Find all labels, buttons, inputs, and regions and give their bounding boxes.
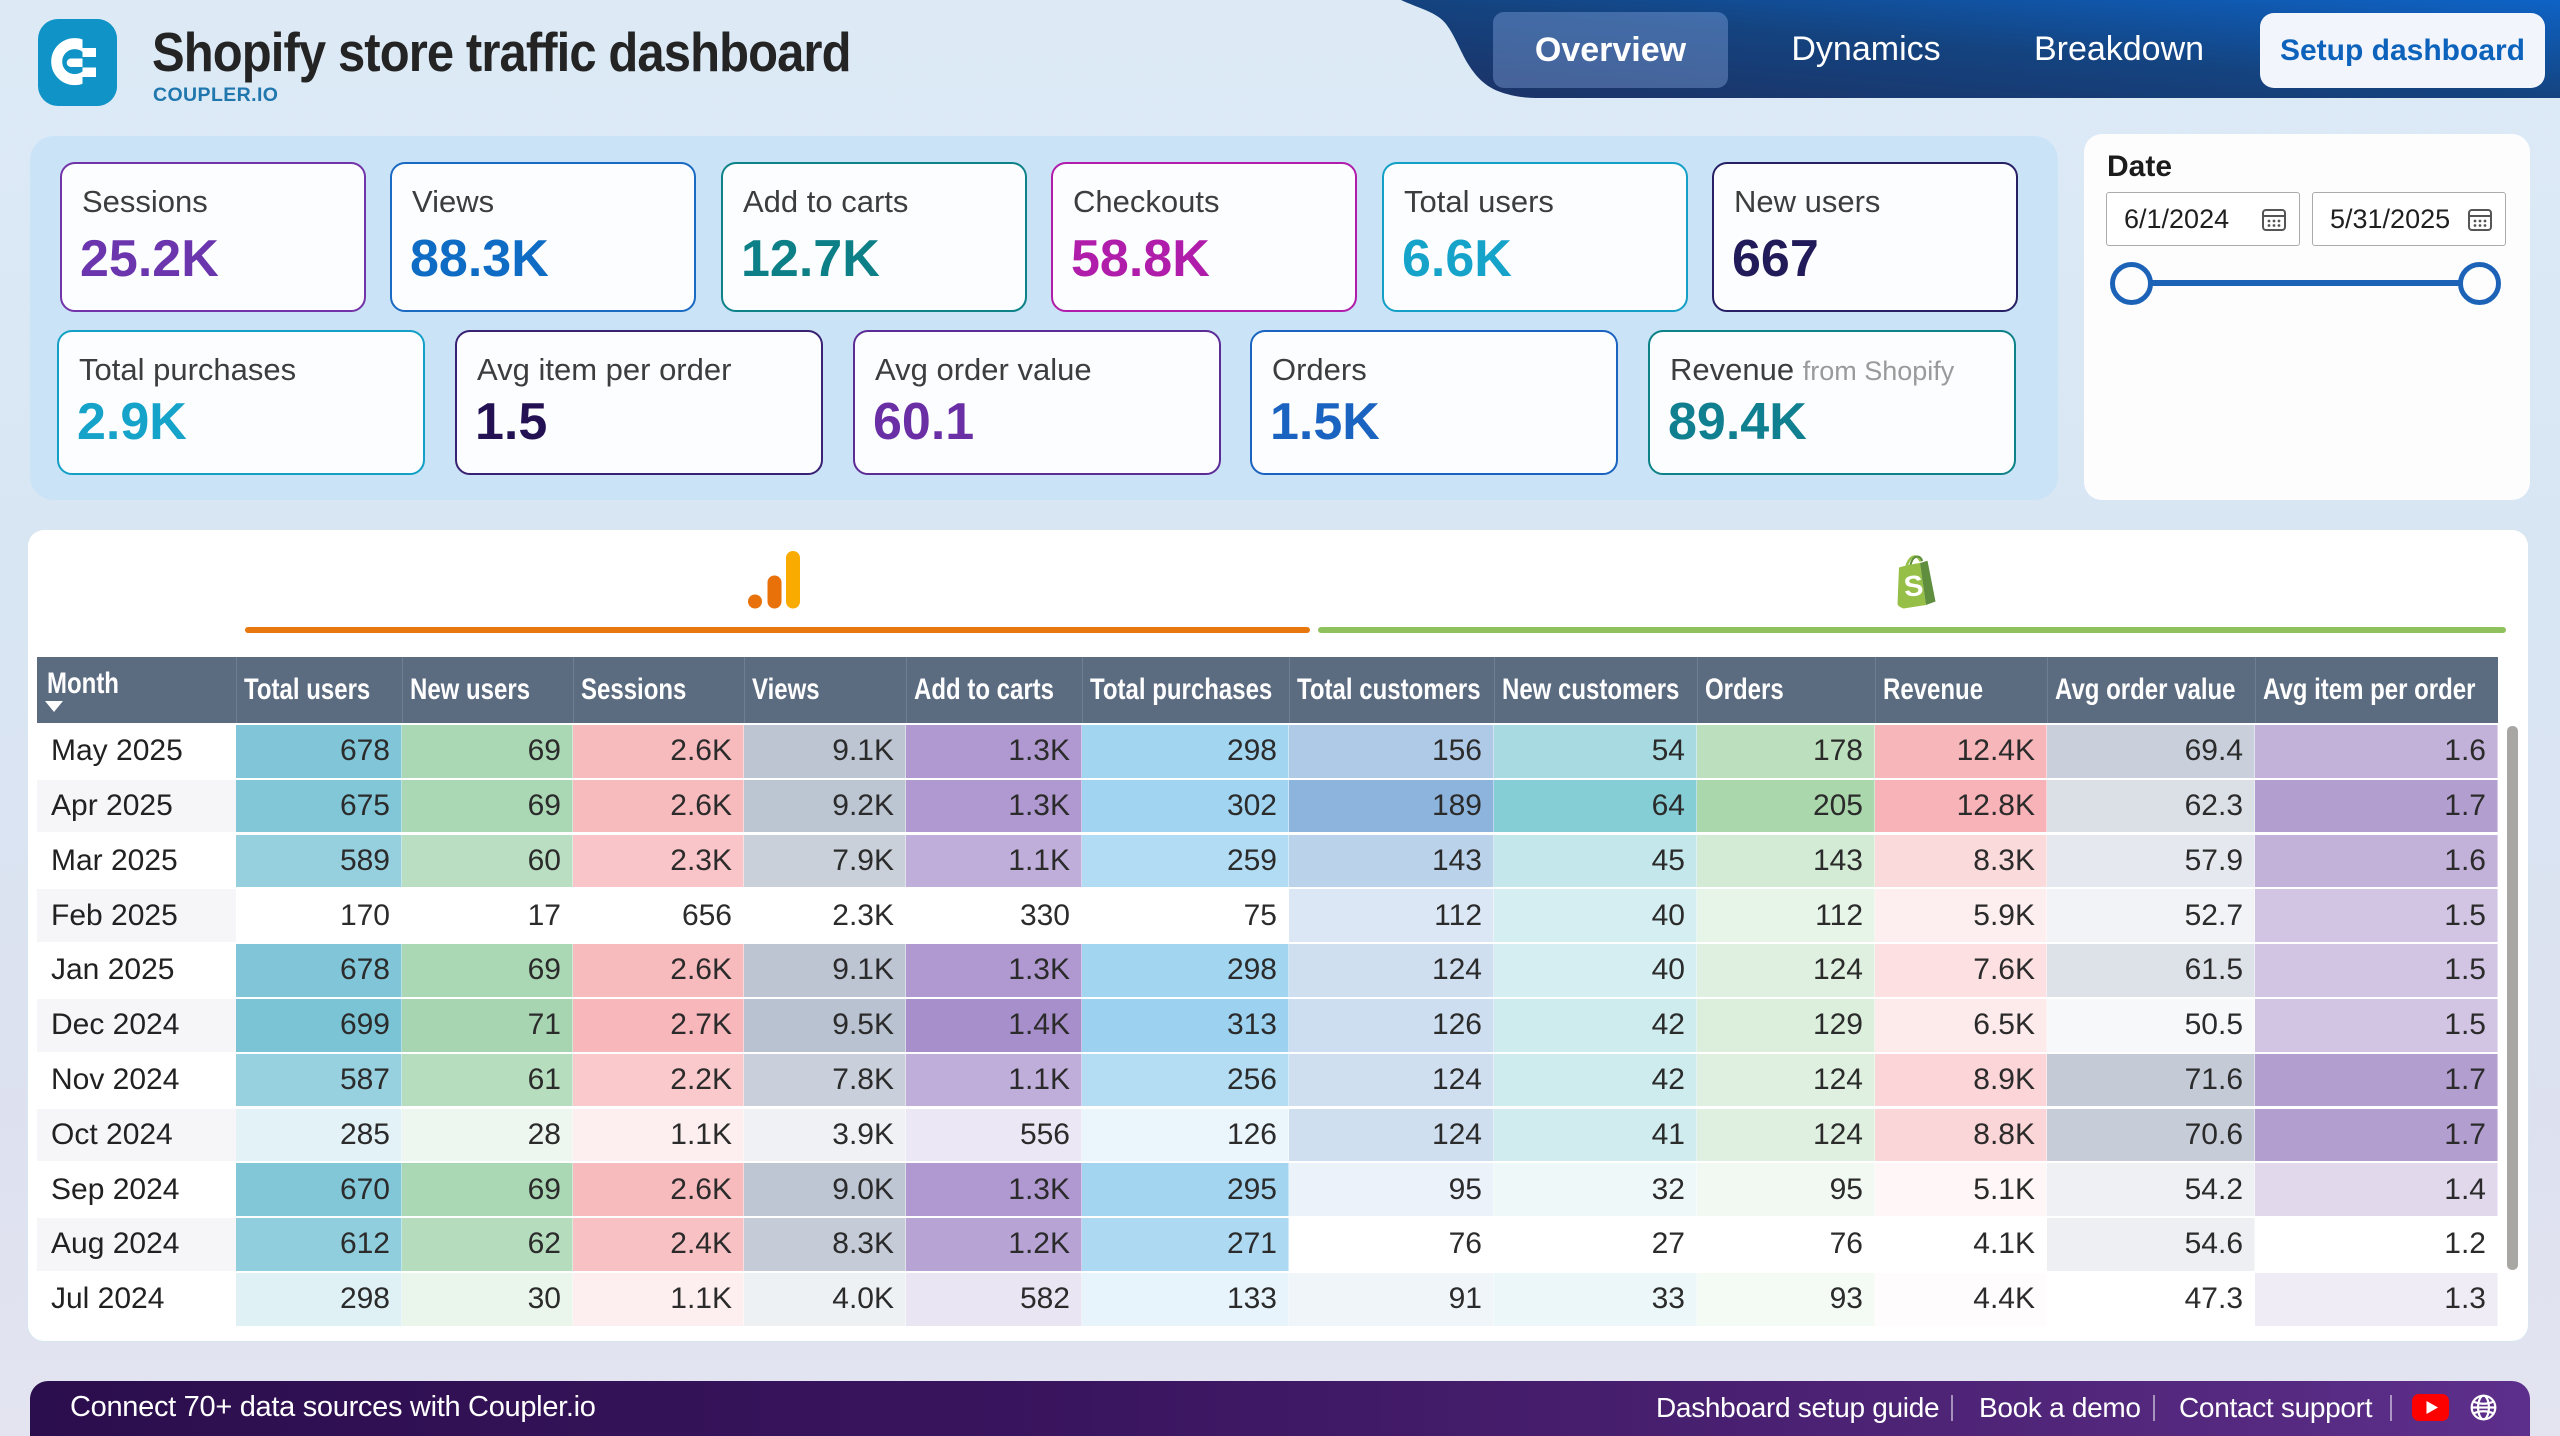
svg-text:S: S [1903, 570, 1925, 604]
